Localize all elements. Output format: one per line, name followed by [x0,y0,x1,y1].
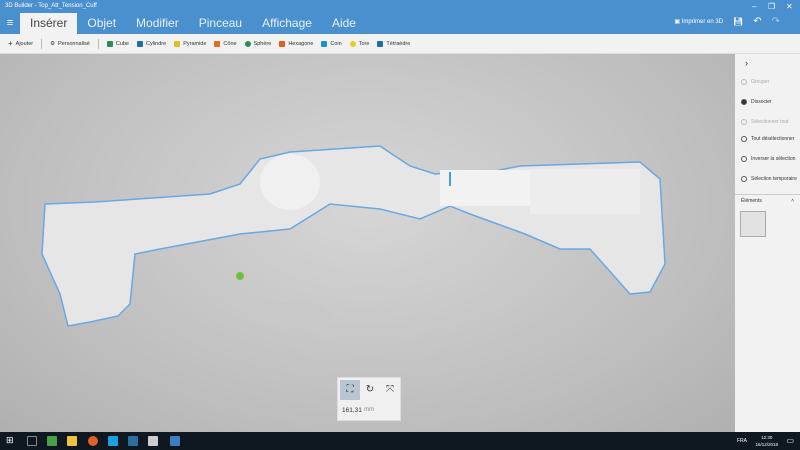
scale-icon[interactable]: ⤧ [380,380,400,400]
close-button[interactable]: ✕ [786,2,793,11]
model-selection[interactable] [0,54,735,432]
shape-tetrahedron[interactable]: Tétraèdre [377,40,410,47]
ribbon-tabs: ≡ Insérer Objet Modifier Pinceau Afficha… [0,13,366,34]
tetrahedron-icon [377,40,384,47]
cube-icon [106,40,113,47]
app-icon-2[interactable] [170,436,180,446]
shape-cone[interactable]: Cône [214,40,237,47]
temporary-icon [741,176,747,182]
shape-sphere[interactable]: Sphère [244,40,271,47]
model-rail [530,169,640,214]
file-explorer-icon[interactable] [67,436,77,446]
rotate-icon[interactable]: ↻ [360,380,380,400]
measure-value[interactable]: 161,31 [342,407,362,414]
tab-aide[interactable]: Aide [322,13,366,34]
invert-icon [741,156,747,162]
group-icon [741,79,747,85]
floor-shadow [250,302,330,326]
shape-cylinder[interactable]: Cylindre [137,40,166,47]
right-panel: › Grouper Dissocier Sélectionner tout To… [735,54,800,432]
ungroup-button[interactable]: Dissocier [741,99,799,105]
title-bar: 3D Builder - Top_Att_Tension_Cuff – ❐ ✕ … [0,0,800,34]
shape-torus[interactable]: Tore [349,40,369,47]
hamburger-menu-icon[interactable]: ≡ [0,13,20,34]
window-title: 3D Builder - Top_Att_Tension_Cuff [5,3,97,9]
calculator-icon[interactable] [148,436,158,446]
firefox-icon[interactable] [88,436,98,446]
3d-builder-icon[interactable] [128,436,138,446]
insert-toolbar: + Ajouter ⚙ Personnalisé Cube Cylindre Pyr… [0,34,800,54]
print-3d-button[interactable]: ▣ Imprimer en 3D [674,18,723,25]
app-icon[interactable] [47,436,57,446]
select-all-button[interactable]: Sélectionner tout [741,119,799,125]
temporary-selection-button[interactable]: Sélection temporaire [741,176,799,182]
measure-unit: mm [364,407,374,413]
language-indicator[interactable]: FRA [737,438,747,444]
taskbar: ⊞ FRA 12:30 16/12/2018 ▭ [0,432,800,450]
tab-inserer[interactable]: Insérer [20,13,78,34]
deselect-icon [741,136,747,142]
save-icon[interactable]: 💾︎ [733,17,743,26]
model-bulb [260,154,320,210]
chevron-up-icon[interactable]: ˄ [791,198,794,204]
hexagon-icon [279,40,286,47]
tab-modifier[interactable]: Modifier [126,13,189,34]
invert-selection-button[interactable]: Inverser la sélection [741,156,799,162]
ungroup-icon [741,99,747,105]
shape-hexagon[interactable]: Hexagone [279,40,313,47]
undo-icon[interactable]: ↶ [753,16,761,27]
tab-pinceau[interactable]: Pinceau [189,13,252,34]
notification-icon[interactable]: ▭ [786,436,794,445]
elements-header[interactable]: Éléments ˄ [735,194,800,207]
header-tools: ▣ Imprimer en 3D 💾︎ ↶ ↷ [674,16,780,27]
shape-cube[interactable]: Cube [106,40,129,47]
clock[interactable]: 12:30 16/12/2018 [755,434,778,448]
start-icon[interactable]: ⊞ [6,435,14,446]
tab-objet[interactable]: Objet [77,13,126,34]
minimize-button[interactable]: – [752,2,756,11]
select-all-icon [741,119,747,125]
edge-icon[interactable] [108,436,118,446]
redo-icon[interactable]: ↷ [772,16,780,27]
add-button[interactable]: + Ajouter [8,39,33,48]
green-marker [236,272,244,280]
element-thumbnail[interactable] [740,211,766,237]
pyramid-icon [174,40,181,47]
tab-affichage[interactable]: Affichage [252,13,322,34]
measure-widget: ⛶ ↻ ⤧ 161,31 mm [337,377,401,421]
task-view-icon[interactable] [27,436,37,446]
3d-viewport[interactable] [0,54,735,432]
torus-icon [349,40,356,47]
move-tool-icon[interactable]: ⛶ [340,380,360,400]
cylinder-icon [137,40,143,47]
plus-icon: + [8,39,13,48]
collapse-chevron-icon[interactable]: › [745,58,748,68]
sphere-icon [244,40,251,47]
group-button[interactable]: Grouper [741,79,799,85]
cone-icon [214,40,221,47]
maximize-button[interactable]: ❐ [768,2,775,11]
shape-wedge[interactable]: Coin [321,40,342,47]
divider [41,38,43,49]
custom-button[interactable]: ⚙ Personnalisé [50,41,90,47]
shape-pyramid[interactable]: Pyramide [174,40,206,47]
deselect-all-button[interactable]: Tout désélectionner [741,136,799,142]
wedge-icon [321,40,328,47]
custom-shape-icon: ⚙ [50,40,56,47]
divider [97,38,99,49]
print-icon: ▣ [674,19,682,25]
